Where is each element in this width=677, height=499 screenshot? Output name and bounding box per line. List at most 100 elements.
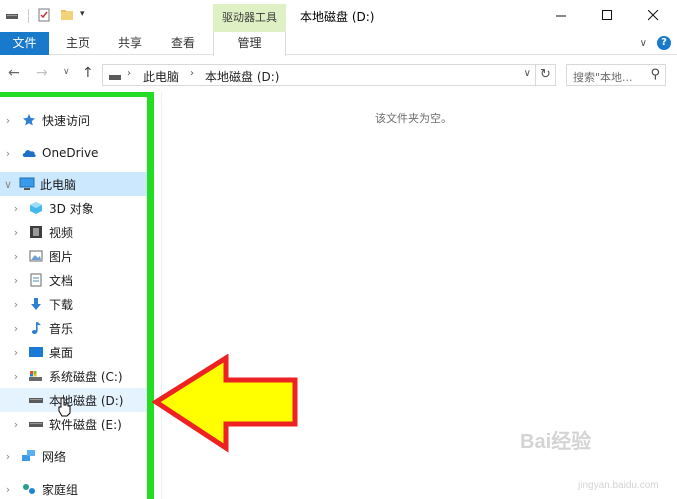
nav-label: 系统磁盘 (C:) xyxy=(49,369,123,384)
up-arrow-icon[interactable]: ↑ xyxy=(82,65,94,81)
address-row: ← → ∨ ↑ › 此电脑 › 本地磁盘 (D:) ∨ ↻ 搜索"本地... ⚲ xyxy=(0,58,677,92)
nav-item-quick-access[interactable]: › 快速访问 xyxy=(0,108,150,132)
nav-item-drive-c[interactable]: › 系统磁盘 (C:) xyxy=(0,364,150,388)
back-arrow-icon[interactable]: ← xyxy=(8,65,20,81)
document-icon xyxy=(28,272,44,288)
maximize-button[interactable] xyxy=(584,0,630,30)
expand-chevron-icon[interactable]: › xyxy=(11,322,21,335)
expand-chevron-icon[interactable]: › xyxy=(11,274,21,287)
nav-label: 桌面 xyxy=(49,345,74,360)
expand-chevron-icon[interactable]: › xyxy=(3,483,13,496)
expand-chevron-icon[interactable]: › xyxy=(11,370,21,383)
nav-label: 快速访问 xyxy=(42,113,91,128)
watermark-logo: Bai经验 xyxy=(520,431,592,453)
nav-label: 下载 xyxy=(49,297,74,312)
nav-label: 此电脑 xyxy=(40,177,77,192)
tab-share[interactable]: 共享 xyxy=(107,32,153,55)
nav-item-drive-d[interactable]: 本地磁盘 (D:) xyxy=(0,388,150,412)
breadcrumb-separator-icon[interactable]: › xyxy=(190,68,194,79)
help-icon[interactable]: ? xyxy=(657,36,671,50)
expand-chevron-icon[interactable]: › xyxy=(11,202,21,215)
music-icon xyxy=(28,320,44,336)
navigation-pane: › 快速访问 › OneDrive ∨ 此电脑 › 3D 对象 › 视频 › 图… xyxy=(0,92,155,499)
breadcrumb-current[interactable]: 本地磁盘 (D:) xyxy=(205,68,279,85)
expand-chevron-icon[interactable]: › xyxy=(11,418,21,431)
nav-label: 图片 xyxy=(49,249,74,264)
context-tab-title: 驱动器工具 xyxy=(222,11,277,24)
nav-label: 家庭组 xyxy=(42,482,79,497)
cloud-icon xyxy=(21,145,37,161)
homegroup-icon xyxy=(21,481,37,497)
close-button[interactable] xyxy=(630,0,676,30)
drive-icon xyxy=(28,392,44,408)
nav-item-onedrive[interactable]: › OneDrive xyxy=(0,141,150,165)
nav-label: 软件磁盘 (E:) xyxy=(49,417,122,432)
expand-chevron-icon[interactable]: › xyxy=(11,250,21,263)
properties-icon[interactable] xyxy=(37,8,51,25)
drive-icon xyxy=(28,416,44,432)
nav-item-pictures[interactable]: › 图片 xyxy=(0,244,150,268)
nav-item-homegroup[interactable]: › 家庭组 xyxy=(0,477,150,499)
nav-label: OneDrive xyxy=(42,146,99,160)
nav-item-desktop[interactable]: › 桌面 xyxy=(0,340,150,364)
watermark-url: jingyan.baidu.com xyxy=(578,480,659,491)
tab-manage[interactable]: 管理 xyxy=(213,32,286,56)
nav-item-music[interactable]: › 音乐 xyxy=(0,316,150,340)
forward-arrow-icon[interactable]: → xyxy=(36,65,48,81)
breadcrumb-separator-icon[interactable]: › xyxy=(127,68,131,79)
expand-chevron-icon[interactable]: › xyxy=(11,298,21,311)
nav-item-drive-e[interactable]: › 软件磁盘 (E:) xyxy=(0,412,150,436)
customize-toolbar-icon[interactable]: ▾ xyxy=(80,9,85,19)
expand-chevron-icon[interactable]: › xyxy=(3,114,13,127)
download-icon xyxy=(28,296,44,312)
expand-ribbon-icon[interactable]: ∨ xyxy=(640,38,647,49)
film-icon xyxy=(28,224,44,240)
annotation-arrow-icon xyxy=(152,354,298,453)
search-placeholder: 搜索"本地... xyxy=(573,71,633,84)
star-icon xyxy=(21,112,37,128)
nav-label: 网络 xyxy=(42,449,67,464)
drive-icon xyxy=(108,71,122,85)
desktop-icon xyxy=(28,344,44,360)
nav-item-network[interactable]: › 网络 xyxy=(0,444,150,468)
search-icon: ⚲ xyxy=(650,67,660,82)
minimize-button[interactable] xyxy=(538,0,584,30)
ribbon-tabs: 文件 主页 共享 查看 管理 ∨ ? xyxy=(0,32,677,56)
empty-folder-message: 该文件夹为空。 xyxy=(375,112,452,125)
drive-icon[interactable] xyxy=(5,8,19,25)
cube-icon xyxy=(28,200,44,216)
nav-item-this-pc[interactable]: ∨ 此电脑 xyxy=(0,172,150,196)
hand-cursor-icon xyxy=(58,397,71,417)
title-divider xyxy=(28,9,29,23)
computer-icon xyxy=(19,176,35,192)
expand-chevron-icon[interactable]: › xyxy=(11,226,21,239)
recent-locations-icon[interactable]: ∨ xyxy=(63,67,70,77)
search-input[interactable]: 搜索"本地... ⚲ xyxy=(566,64,666,86)
nav-label: 视频 xyxy=(49,225,74,240)
expand-chevron-icon[interactable]: › xyxy=(11,346,21,359)
nav-item-documents[interactable]: › 文档 xyxy=(0,268,150,292)
title-bar: ▾ 驱动器工具 本地磁盘 (D:) xyxy=(0,0,677,32)
network-icon xyxy=(21,448,37,464)
breadcrumb-this-pc[interactable]: 此电脑 xyxy=(143,68,179,85)
nav-label: 3D 对象 xyxy=(49,201,94,216)
nav-label: 音乐 xyxy=(49,321,74,336)
address-history-icon[interactable]: ∨ xyxy=(524,68,531,79)
nav-item-3d-objects[interactable]: › 3D 对象 xyxy=(0,196,150,220)
refresh-button[interactable]: ↻ xyxy=(536,64,556,86)
picture-icon xyxy=(28,248,44,264)
tab-home[interactable]: 主页 xyxy=(55,32,101,55)
tab-view[interactable]: 查看 xyxy=(160,32,206,55)
tab-file[interactable]: 文件 xyxy=(0,32,49,55)
nav-item-videos[interactable]: › 视频 xyxy=(0,220,150,244)
system-drive-icon xyxy=(28,368,44,384)
expand-chevron-icon[interactable]: › xyxy=(3,147,13,160)
new-folder-icon[interactable] xyxy=(60,8,74,25)
window-title: 本地磁盘 (D:) xyxy=(300,10,375,24)
annotation-frame-top xyxy=(0,92,154,97)
nav-label: 文档 xyxy=(49,273,74,288)
address-bar[interactable]: › 此电脑 › 本地磁盘 (D:) ∨ xyxy=(102,64,536,86)
collapse-chevron-icon[interactable]: ∨ xyxy=(3,178,13,191)
expand-chevron-icon[interactable]: › xyxy=(3,450,13,463)
nav-item-downloads[interactable]: › 下载 xyxy=(0,292,150,316)
